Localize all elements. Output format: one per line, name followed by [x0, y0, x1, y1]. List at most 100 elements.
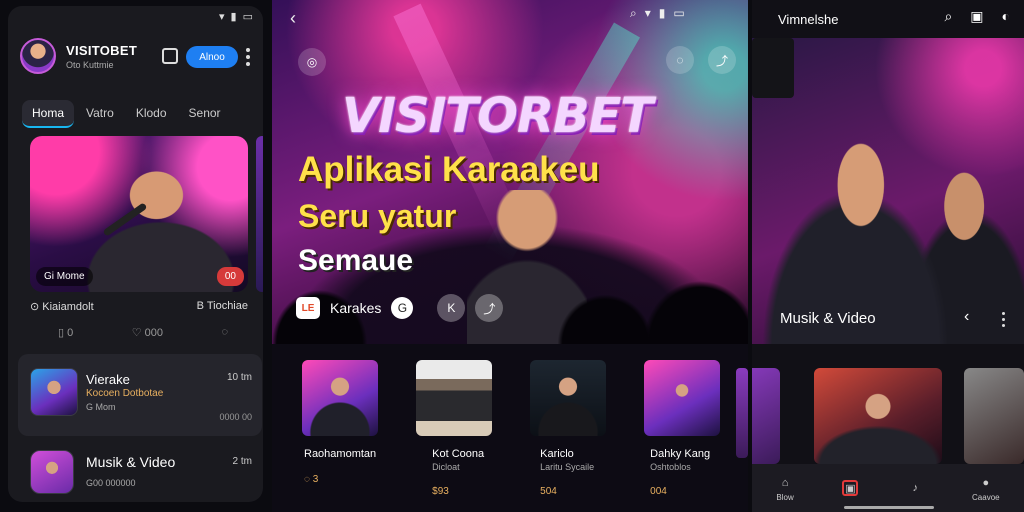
top-icons: ⌕ ▣ ◐ [944, 8, 1010, 25]
settings-icon[interactable]: ◌ [666, 46, 694, 74]
views-stat[interactable]: ▯ 0 [58, 326, 73, 339]
qr-icon[interactable] [162, 48, 178, 64]
battery-icon: ▭ [242, 11, 253, 23]
avatar[interactable] [20, 38, 56, 74]
g-icon[interactable]: G [391, 297, 414, 319]
video-title: Kot Coona [432, 448, 485, 460]
speaker-image [752, 38, 794, 98]
list-subtitle: Kocoen Dotbotae [86, 388, 164, 399]
video-carousel [814, 368, 1024, 464]
list-item[interactable]: Vierake Kocoen Dotbotae G Mom 10 tm 0000… [18, 354, 262, 436]
video-title: Kariclo [540, 448, 574, 460]
share-icon[interactable]: ⤴ [708, 46, 736, 74]
video-labels: Raohamomtan ◌ 3 Kot Coona Dicloat $93 Ka… [304, 448, 710, 497]
karaoke-label: Karakes [330, 300, 382, 316]
headline-line-1: Aplikasi Karaakeu [298, 150, 600, 189]
video-label[interactable]: Raohamomtan ◌ 3 [304, 448, 376, 497]
list-thumb [30, 450, 74, 494]
bottom-nav: ⌂ Blow ▣ ♪ ● Caavoe [752, 464, 1024, 512]
video-title: Dahky Kang [650, 448, 711, 460]
home-icon: ⌂ [781, 476, 789, 489]
location-right: B Tiochiae [196, 300, 248, 312]
video-thumb[interactable] [416, 360, 492, 436]
video-thumb[interactable] [302, 360, 378, 436]
wifi-icon: ▾ [644, 6, 651, 20]
profile-name: VISITOBET [66, 42, 138, 58]
video-thumb[interactable] [530, 360, 606, 436]
next-card-peek[interactable] [256, 136, 263, 292]
cast-icon[interactable]: ▣ [970, 8, 983, 25]
profile-subtitle: Oto Kuttmie [66, 59, 114, 70]
featured-label-text: Gi Mome [44, 271, 85, 282]
battery-icon: ▭ [673, 6, 685, 20]
featured-video-card[interactable]: Gi Mome 00 [30, 136, 248, 292]
share-icon[interactable]: ⤴ [475, 294, 504, 322]
likes-stat[interactable]: ♡ 000 [132, 326, 163, 339]
home-indicator [844, 506, 934, 509]
profile-header[interactable]: VISITOBET Oto Kuttmie [20, 38, 137, 74]
nav-music[interactable]: ♪ [907, 480, 923, 496]
video-title: Raohamomtan [304, 448, 377, 460]
more-menu-icon[interactable] [1002, 312, 1005, 327]
prev-card-peek[interactable] [752, 368, 780, 464]
list-count: 0000 00 [219, 412, 252, 422]
list-item[interactable]: Musik & Video G00 000000 2 tm [18, 442, 262, 502]
search-icon[interactable]: ⌕ [944, 8, 952, 25]
skip-icon[interactable]: K [437, 294, 466, 322]
location-left: ⊙ Kiaiamdolt [30, 301, 94, 313]
location-row: ⊙ Kiaiamdolt B Tiochiae [30, 300, 248, 313]
nav-profile[interactable]: ● Caavoe [972, 475, 1000, 502]
video-carousel [302, 360, 720, 436]
nav-home-label: Blow [776, 492, 794, 502]
list-time: 2 tm [232, 456, 252, 467]
app-title: Vimnelshe [778, 11, 839, 27]
video-label[interactable]: Kot Coona Dicloat $93 [432, 448, 484, 497]
video-stat: ◌ 3 [304, 474, 319, 485]
headline-line-3: Semaue [298, 244, 414, 277]
logo-badge-icon[interactable]: ◎ [298, 48, 326, 76]
video-thumb[interactable] [964, 368, 1024, 464]
nav-video[interactable]: ▣ [842, 480, 859, 496]
live-badge: 00 [216, 267, 244, 286]
list-thumb [30, 368, 78, 416]
search-icon[interactable]: ⌕ [630, 6, 637, 21]
concert-image[interactable] [752, 38, 1024, 344]
action-button-label: Alnoo [199, 51, 225, 63]
video-stat: 004 [650, 486, 667, 497]
screen: ▾ ▮ ▭ VISITOBET Oto Kuttmie Alnoo Homa V… [0, 0, 1024, 512]
microphone-image [102, 202, 148, 237]
more-menu-icon[interactable] [246, 48, 250, 66]
brand-logo: VISITORBET [342, 88, 653, 144]
chevron-left-icon[interactable]: ‹ [964, 308, 969, 326]
signal-icon: ▮ [230, 11, 237, 23]
phone-panel-home: ▾ ▮ ▭ VISITOBET Oto Kuttmie Alnoo Homa V… [8, 6, 263, 502]
comment-icon[interactable]: ◌ [221, 326, 228, 339]
featured-label: Gi Mome [36, 267, 93, 286]
karaoke-logo-icon[interactable]: LE [296, 297, 320, 319]
video-subtitle: Dicloat [432, 462, 460, 472]
next-card-peek[interactable] [736, 368, 748, 458]
user-icon: ● [982, 476, 990, 489]
headline-line-2: Seru yatur [298, 198, 457, 234]
video-stat: 504 [540, 486, 557, 497]
video-subtitle: Laritu Sycaile [540, 462, 595, 472]
back-arrow-icon[interactable]: ‹ [290, 8, 296, 29]
status-bar: ⌕ ▾ ▮ ▭ [630, 6, 685, 21]
nav-profile-label: Caavoe [972, 492, 1000, 502]
tab-3[interactable]: Klodo [126, 100, 177, 128]
video-thumb[interactable] [644, 360, 720, 436]
list-title: Musik & Video [86, 454, 176, 470]
toggle-icon[interactable]: ◐ [1002, 8, 1010, 25]
video-label[interactable]: Dahky Kang Oshtoblos 004 [650, 448, 710, 497]
tab-home[interactable]: Homa [22, 100, 75, 128]
video-label[interactable]: Kariclo Laritu Sycaile 504 [540, 448, 594, 497]
action-button[interactable]: Alnoo [186, 46, 238, 68]
tab-2[interactable]: Vatro [76, 100, 124, 128]
status-bar: ▾ ▮ ▭ [219, 10, 253, 23]
tab-4[interactable]: Senor [179, 100, 231, 128]
list-meta: G Mom [86, 402, 116, 412]
video-thumb[interactable] [814, 368, 942, 464]
video-price: $93 [432, 486, 449, 497]
nav-home[interactable]: ⌂ Blow [776, 475, 793, 502]
list-meta: G00 000000 [86, 478, 136, 488]
